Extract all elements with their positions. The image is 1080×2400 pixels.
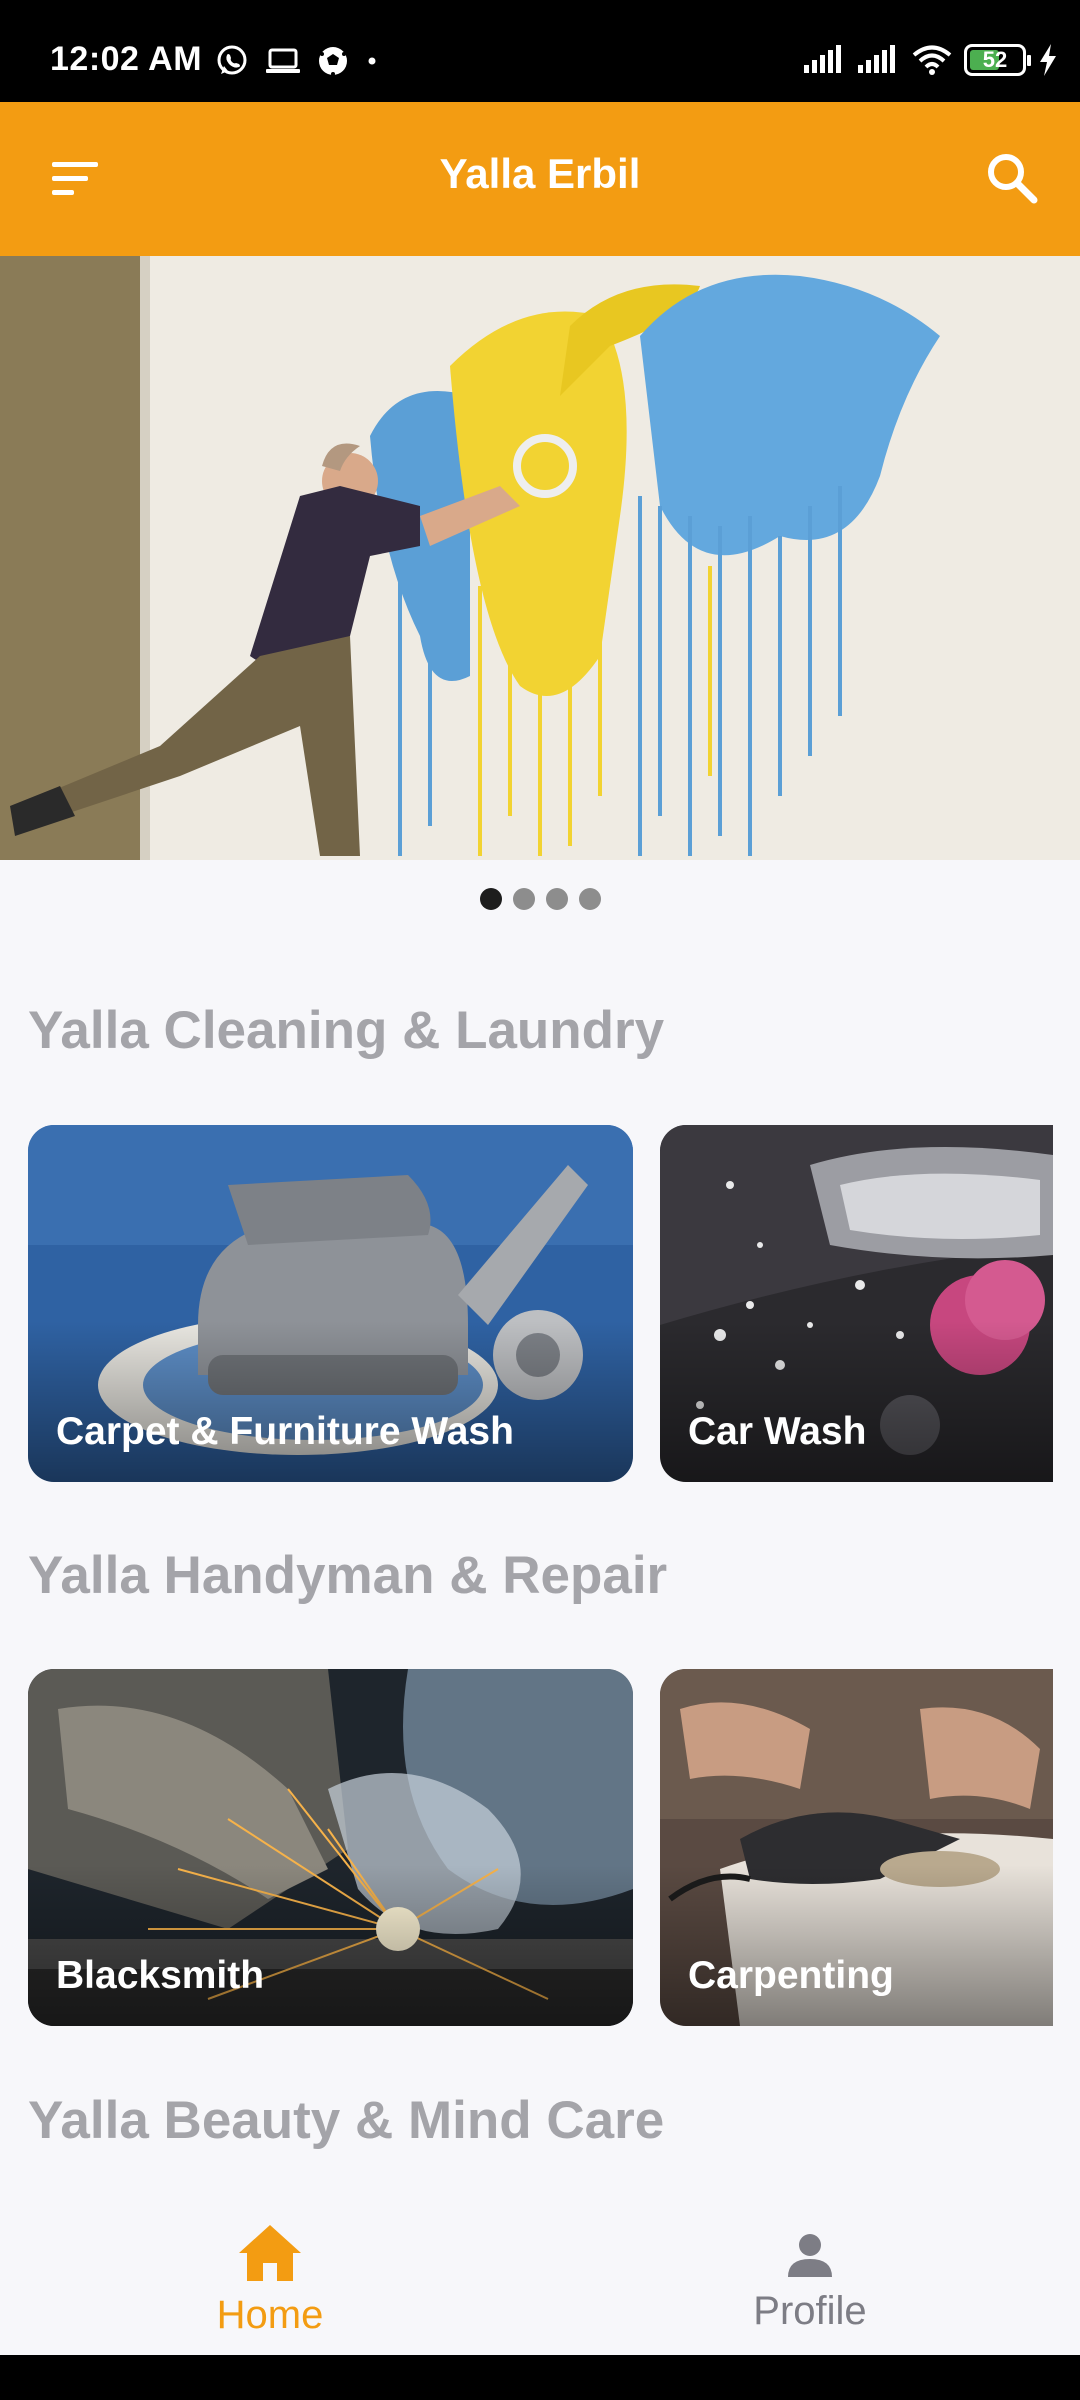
service-card-carpenting[interactable]: Carpenting	[660, 1669, 1053, 2026]
nav-home[interactable]: Home	[0, 2195, 540, 2355]
card-label: Blacksmith	[56, 1954, 265, 1997]
nav-profile[interactable]: Profile	[540, 2195, 1080, 2355]
battery-level: 52	[982, 47, 1008, 72]
signal-icon	[858, 45, 895, 73]
carousel-indicator	[0, 888, 1080, 910]
wifi-icon	[912, 45, 952, 75]
charging-icon	[1040, 44, 1056, 76]
status-time: 12:02 AM	[50, 40, 203, 78]
service-card-car-wash[interactable]: Car Wash	[660, 1125, 1053, 1482]
carousel-dot[interactable]	[545, 888, 568, 910]
dot-icon	[368, 57, 376, 65]
status-system-icons: 52	[804, 44, 1058, 76]
app-bar: Yalla Erbil	[0, 102, 1080, 256]
laptop-icon	[266, 48, 300, 73]
hero-carousel[interactable]	[0, 256, 1080, 860]
status-notification-icons	[215, 44, 379, 78]
section-title-handyman: Yalla Handyman & Repair	[28, 1546, 668, 1605]
section-title-beauty: Yalla Beauty & Mind Care	[28, 2091, 665, 2150]
carousel-dot[interactable]	[578, 888, 601, 910]
battery-icon: 52	[964, 44, 1031, 76]
search-icon	[988, 154, 1038, 204]
bottom-navigation: Home Profile	[0, 2195, 1080, 2355]
system-gesture-bar	[0, 2355, 1080, 2400]
nav-profile-label: Profile	[753, 2289, 867, 2333]
person-icon	[788, 2234, 832, 2277]
nav-home-label: Home	[216, 2293, 324, 2337]
card-label: Carpenting	[688, 1954, 894, 1997]
card-label: Carpet & Furniture Wash	[56, 1410, 514, 1453]
section-title-cleaning: Yalla Cleaning & Laundry	[28, 1001, 665, 1060]
home-icon	[239, 2225, 301, 2281]
signal-icon	[804, 45, 841, 73]
carousel-dot[interactable]	[479, 888, 502, 910]
app-title: Yalla Erbil	[439, 150, 641, 197]
search-button[interactable]	[982, 148, 1042, 208]
status-bar: 12:02 AM 52	[0, 0, 1080, 102]
card-label: Car Wash	[688, 1410, 867, 1453]
service-card-carpet-furniture-wash[interactable]: Carpet & Furniture Wash	[28, 1125, 633, 1482]
whatsapp-icon	[217, 45, 247, 75]
soccer-ball-icon	[319, 47, 347, 76]
service-card-blacksmith[interactable]: Blacksmith	[28, 1669, 633, 2026]
hero-image	[0, 256, 1080, 860]
carousel-dot[interactable]	[512, 888, 535, 910]
